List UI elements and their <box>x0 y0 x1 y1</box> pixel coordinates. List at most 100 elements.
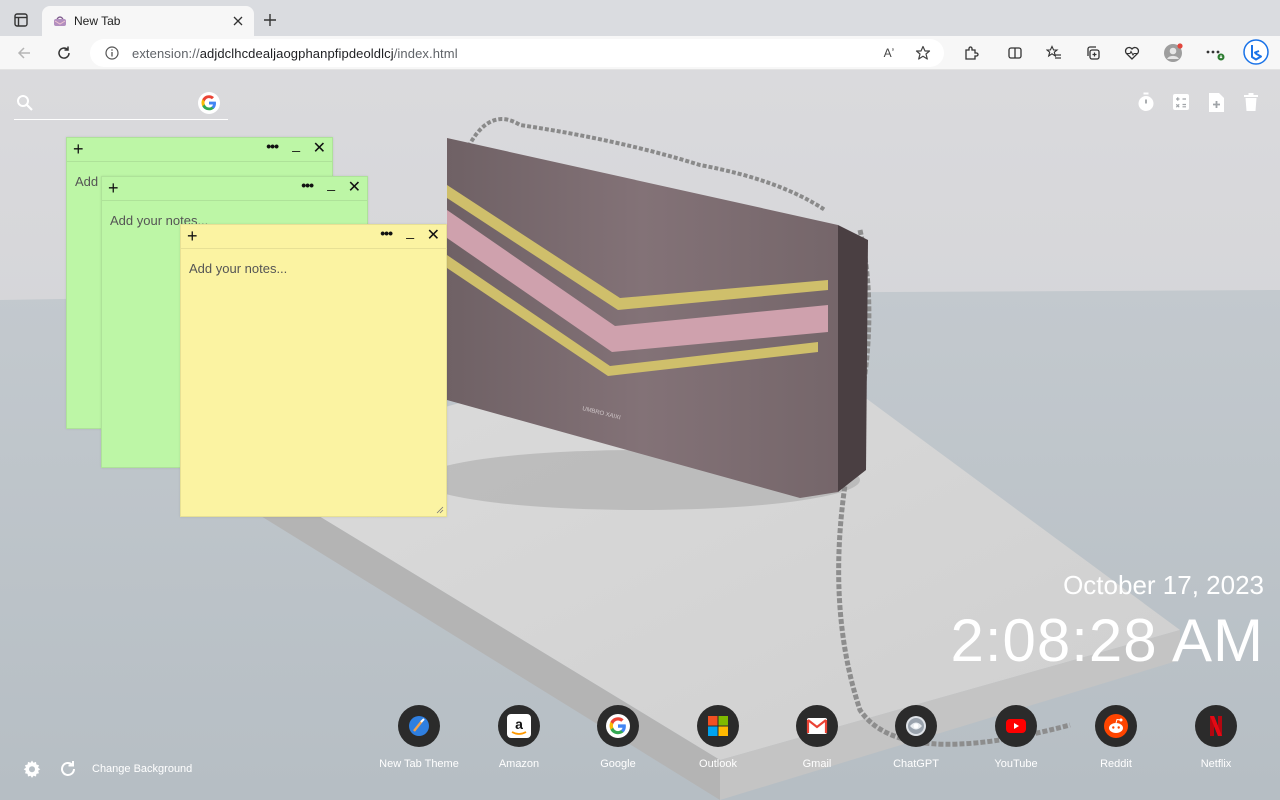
shortcut-google[interactable]: Google <box>573 705 663 770</box>
bing-icon <box>1243 39 1269 65</box>
new-tab-button[interactable] <box>260 10 280 30</box>
resize-handle-icon[interactable] <box>436 506 444 514</box>
stopwatch-icon <box>1138 92 1154 111</box>
plus-icon <box>264 14 276 26</box>
youtube-icon <box>995 705 1037 747</box>
trash-icon <box>1244 93 1258 111</box>
note-minimize-button[interactable]: _ <box>292 136 300 152</box>
note-minimize-button[interactable]: _ <box>406 223 414 239</box>
shortcut-label: Amazon <box>498 758 540 770</box>
shortcuts-dock: New Tab Theme a Amazon Google Outlook Gm… <box>370 705 1270 775</box>
extensions-button[interactable] <box>959 41 983 65</box>
shortcut-label: YouTube <box>994 758 1038 770</box>
search-engine-google-button[interactable] <box>198 92 220 114</box>
shortcut-outlook[interactable]: Outlook <box>673 705 763 770</box>
star-icon <box>915 45 931 60</box>
url-path: /index.html <box>393 45 458 61</box>
shortcut-label: Reddit <box>1100 758 1132 770</box>
shortcut-label: Netflix <box>1200 758 1232 770</box>
tab-actions-icon <box>14 13 28 27</box>
new-note-button[interactable] <box>1207 92 1225 112</box>
note-close-button[interactable]: ✕ <box>427 227 440 245</box>
shortcut-chatgpt[interactable]: ChatGPT <box>871 705 961 770</box>
svg-text:a: a <box>515 716 523 732</box>
new-tab-page: UMBRO XAIXI + ••• _ ✕ Add your notes. <box>0 70 1280 800</box>
shortcut-new-tab-theme[interactable]: New Tab Theme <box>374 705 464 770</box>
collections-button[interactable] <box>1081 41 1105 65</box>
note-header: + ••• _ ✕ <box>181 223 446 249</box>
url-scheme: extension:// <box>132 45 200 61</box>
shortcut-reddit[interactable]: Reddit <box>1071 705 1161 770</box>
back-button[interactable] <box>12 41 36 65</box>
calculator-icon <box>1173 94 1189 110</box>
browser-toolbar: extension://adjdclhcdealjaogphanpfipdeol… <box>0 36 1280 70</box>
new-tab-theme-icon <box>398 705 440 747</box>
tab-close-button[interactable] <box>230 13 246 29</box>
note-header: + ••• _ ✕ <box>102 175 367 201</box>
change-background-link[interactable]: Change Background <box>92 763 192 775</box>
bottom-controls: Change Background <box>22 759 192 779</box>
favorites-icon <box>1046 45 1061 59</box>
search-bar <box>14 92 228 120</box>
shortcut-label: Outlook <box>699 758 737 770</box>
note-close-button[interactable]: ✕ <box>313 140 326 158</box>
puzzle-icon <box>965 46 979 60</box>
shortcut-gmail[interactable]: Gmail <box>772 705 862 770</box>
profile-button[interactable] <box>1161 41 1185 65</box>
sticky-note-3[interactable]: + ••• _ ✕ Add your notes... <box>180 223 447 517</box>
tab-new-tab[interactable]: New Tab <box>42 6 254 36</box>
browser-essentials-button[interactable] <box>1120 41 1144 65</box>
split-screen-button[interactable] <box>1003 41 1027 65</box>
tab-favicon-icon <box>52 13 68 29</box>
url-text: extension://adjdclhcdealjaogphanpfipdeol… <box>132 46 458 61</box>
calculator-button[interactable] <box>1172 92 1190 112</box>
bing-copilot-button[interactable] <box>1242 38 1270 66</box>
shortcut-youtube[interactable]: YouTube <box>971 705 1061 770</box>
back-arrow-icon <box>17 47 30 59</box>
avatar-icon <box>1164 43 1183 62</box>
refresh-background-button[interactable] <box>58 759 78 779</box>
note-more-button[interactable]: ••• <box>301 177 314 193</box>
refresh-icon <box>61 761 75 776</box>
refresh-icon <box>58 46 70 59</box>
note-header: + ••• _ ✕ <box>67 136 332 162</box>
tab-title: New Tab <box>74 14 121 28</box>
shortcut-amazon[interactable]: a Amazon <box>474 705 564 770</box>
url-host: adjdclhcdealjaogphanpfipdeoldlcj <box>199 45 394 61</box>
note-more-button[interactable]: ••• <box>266 138 279 154</box>
collections-icon <box>1087 46 1100 60</box>
split-screen-icon <box>1008 47 1022 59</box>
note-text-area[interactable]: Add your notes... <box>181 249 446 288</box>
settings-button[interactable] <box>22 759 42 779</box>
settings-and-more-button[interactable] <box>1203 41 1227 65</box>
refresh-button[interactable] <box>52 41 76 65</box>
favorites-button[interactable] <box>1042 41 1066 65</box>
heart-pulse-icon <box>1124 46 1140 60</box>
note-more-button[interactable]: ••• <box>380 225 393 241</box>
outlook-icon <box>697 705 739 747</box>
search-input[interactable] <box>40 92 200 116</box>
shortcut-netflix[interactable]: Netflix <box>1171 705 1261 770</box>
read-aloud-button[interactable]: Aʼ <box>880 44 898 62</box>
delete-notes-button[interactable] <box>1242 92 1260 112</box>
google-icon <box>597 705 639 747</box>
note-add-button[interactable]: + <box>187 226 198 246</box>
shortcut-label: Google <box>600 758 636 770</box>
netflix-icon <box>1195 705 1237 747</box>
gmail-icon <box>796 705 838 747</box>
tab-actions-button[interactable] <box>10 9 32 31</box>
note-close-button[interactable]: ✕ <box>348 179 361 197</box>
timer-button[interactable] <box>1137 92 1155 112</box>
read-aloud-icon: Aʼ <box>883 46 895 60</box>
note-add-button[interactable]: + <box>108 178 119 198</box>
note-minimize-button[interactable]: _ <box>327 175 335 191</box>
search-icon[interactable] <box>16 94 34 112</box>
note-add-button[interactable]: + <box>73 139 84 159</box>
favorite-star-button[interactable] <box>914 44 932 62</box>
amazon-icon: a <box>498 705 540 747</box>
reddit-icon <box>1095 705 1137 747</box>
address-bar[interactable]: extension://adjdclhcdealjaogphanpfipdeol… <box>90 39 944 67</box>
close-icon <box>233 16 243 26</box>
shortcut-label: ChatGPT <box>893 758 939 770</box>
site-info-icon[interactable] <box>104 45 120 61</box>
